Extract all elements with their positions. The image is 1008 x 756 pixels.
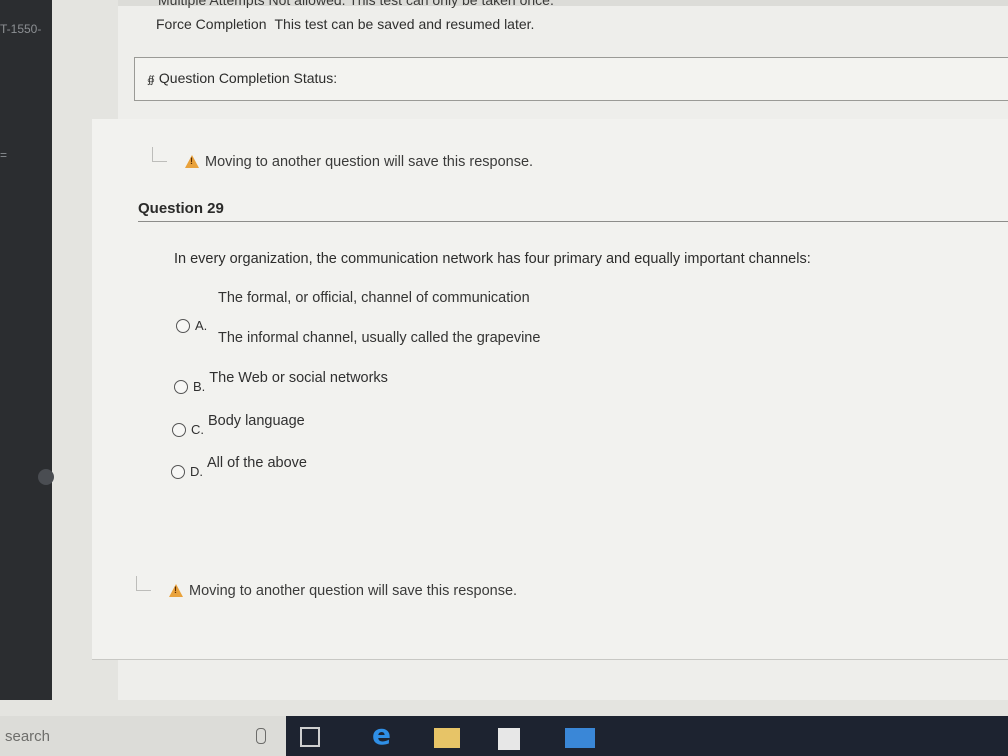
radio-button[interactable] — [172, 422, 186, 437]
radio-button[interactable] — [176, 318, 190, 333]
sidebar-toggle[interactable]: = — [0, 148, 7, 162]
search-placeholder: search — [5, 728, 51, 745]
arrow-icon — [136, 576, 151, 591]
answer-option-d[interactable]: D.All of the above — [171, 455, 307, 481]
status-label: Question Completion Status: — [158, 70, 338, 86]
save-notice-text: Moving to another question will save thi… — [205, 154, 534, 170]
status-toggle[interactable]: ∯ Question Completion Status: — [147, 70, 337, 86]
sidebar-expand-icon[interactable] — [38, 469, 54, 485]
answer-option-c[interactable]: C.Body language — [172, 413, 305, 439]
question-prompt: In every organization, the communication… — [174, 251, 811, 267]
radio-button[interactable] — [171, 464, 185, 479]
mail-icon[interactable] — [565, 728, 595, 748]
save-notice-top: Moving to another question will save thi… — [152, 147, 534, 170]
taskbar-search[interactable]: search — [0, 716, 286, 756]
answer-option-a[interactable]: A. — [176, 317, 211, 335]
option-text: All of the above — [207, 455, 307, 471]
option-text: Body language — [208, 413, 305, 429]
channel-item: The informal channel, usually called the… — [218, 330, 541, 346]
option-letter: D. — [190, 464, 203, 480]
option-letter: C. — [191, 422, 204, 438]
force-completion-text: This test can be saved and resumed later… — [274, 16, 535, 32]
windows-taskbar: search e — [0, 716, 1008, 756]
double-chevron-down-icon: ∯ — [147, 75, 155, 86]
save-notice-bottom: Moving to another question will save thi… — [136, 576, 518, 599]
option-letter: B. — [193, 379, 206, 395]
question-title: Question 29 — [138, 200, 224, 217]
radio-button[interactable] — [174, 379, 188, 394]
course-code[interactable]: T-1550- — [0, 22, 41, 36]
microphone-icon[interactable] — [256, 728, 266, 744]
warning-icon — [185, 155, 199, 168]
save-notice-text: Moving to another question will save thi… — [189, 583, 518, 599]
answer-option-b[interactable]: B.The Web or social networks — [174, 370, 388, 396]
question-header: Question 29 — [138, 200, 1008, 222]
force-completion-label: Force Completion — [156, 16, 267, 32]
arrow-icon — [152, 147, 167, 162]
option-letter: A. — [195, 318, 208, 334]
channel-item: The formal, or official, channel of comm… — [218, 290, 530, 306]
force-completion-row: Force Completion This test can be saved a… — [156, 16, 534, 32]
store-icon[interactable] — [498, 728, 520, 750]
task-view-icon[interactable] — [300, 727, 320, 747]
question-completion-status[interactable]: ∯ Question Completion Status: — [134, 57, 1008, 101]
edge-browser-icon[interactable]: e — [372, 718, 396, 751]
course-sidebar: T-1550- = — [0, 0, 54, 700]
option-text: The Web or social networks — [209, 370, 388, 386]
file-explorer-icon[interactable] — [434, 728, 460, 748]
warning-icon — [169, 584, 183, 597]
screen: T-1550- = Multiple Attempts Not allowed.… — [0, 0, 1008, 756]
multiple-attempts-line: Multiple Attempts Not allowed. This test… — [158, 0, 554, 8]
